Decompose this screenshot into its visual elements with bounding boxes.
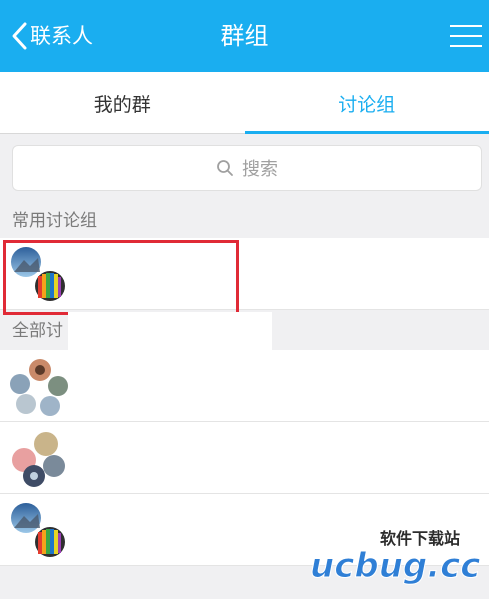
- group-avatar: [11, 247, 67, 303]
- watermark-logo: ucbug.cc: [310, 546, 481, 587]
- white-mask: [68, 312, 272, 350]
- search-input[interactable]: 搜索: [12, 145, 482, 191]
- section-label-frequent: 常用讨论组: [12, 211, 97, 231]
- watermark-logo-text: ucbug.cc: [310, 546, 480, 586]
- group-avatar: [10, 359, 68, 416]
- group-avatar: [11, 503, 67, 559]
- tab-discussion-groups[interactable]: 讨论组: [244, 72, 489, 134]
- nav-header: 联系人 群组: [0, 0, 489, 72]
- section-label-all: 全部讨: [12, 321, 63, 341]
- list-item-frequent-group[interactable]: [0, 238, 489, 310]
- list-item-group[interactable]: [0, 350, 489, 422]
- tab-bar: 我的群 讨论组: [0, 72, 489, 134]
- list-item-group[interactable]: [0, 422, 489, 494]
- watermark: 软件下载站 ucbug.cc: [308, 525, 486, 595]
- search-placeholder: 搜索: [242, 159, 278, 180]
- tab-divider: [0, 133, 245, 134]
- search-icon: [217, 160, 233, 176]
- menu-icon[interactable]: [450, 22, 482, 50]
- group-avatar: [12, 432, 65, 487]
- tab-my-groups[interactable]: 我的群: [0, 72, 245, 134]
- back-label: 联系人: [30, 24, 93, 48]
- back-button[interactable]: 联系人: [10, 21, 93, 51]
- chevron-left-icon: [12, 22, 27, 50]
